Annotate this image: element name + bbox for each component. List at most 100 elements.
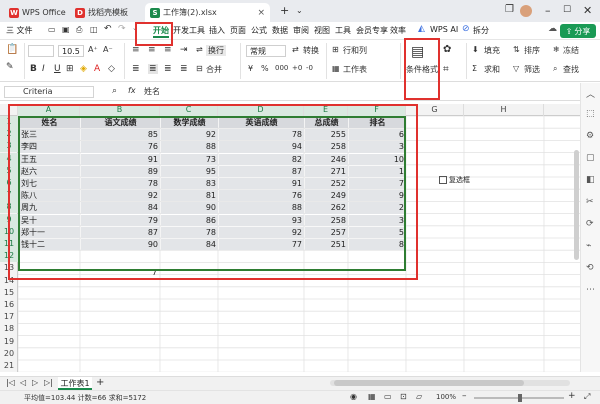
- menu-member[interactable]: 会员专享: [356, 25, 388, 36]
- scrollbar-thumb[interactable]: [334, 380, 524, 386]
- decrease-decimal-icon[interactable]: -0: [306, 64, 313, 72]
- currency-icon[interactable]: ¥: [248, 64, 253, 73]
- zoom-level[interactable]: 100%: [436, 393, 456, 401]
- align-left-icon[interactable]: ≣: [132, 64, 140, 74]
- minimize-icon[interactable]: –: [545, 4, 551, 17]
- convert-button[interactable]: 转换: [303, 45, 319, 56]
- increase-decimal-icon[interactable]: +0: [292, 64, 302, 72]
- redo-icon[interactable]: ↷: [118, 24, 126, 34]
- thousands-icon[interactable]: 000: [275, 64, 288, 72]
- font-shrink-icon[interactable]: A⁻: [103, 45, 113, 54]
- row-header[interactable]: 20: [0, 348, 18, 360]
- menu-review[interactable]: 审阅: [293, 25, 309, 36]
- menu-efficiency[interactable]: 效率: [390, 25, 406, 36]
- sum-button[interactable]: 求和: [484, 64, 500, 75]
- wrap-button[interactable]: 换行: [206, 45, 226, 56]
- bold-icon[interactable]: B: [30, 64, 37, 74]
- menu-data[interactable]: 数据: [272, 25, 288, 36]
- avatar[interactable]: [520, 5, 532, 17]
- checkbox-control[interactable]: 复选框: [439, 175, 470, 185]
- zoom-formula-icon[interactable]: ⌕: [112, 86, 117, 96]
- table-style-icon[interactable]: ⌗: [443, 64, 449, 75]
- eye-icon[interactable]: ◉: [350, 392, 357, 401]
- find-button[interactable]: 查找: [563, 64, 579, 75]
- page-break-icon[interactable]: ⊡: [400, 392, 407, 401]
- row-header[interactable]: 16: [0, 299, 18, 311]
- maximize-icon[interactable]: ☐: [563, 5, 571, 15]
- format-painter-icon[interactable]: ✎: [6, 62, 14, 72]
- more-icon[interactable]: ⋯: [586, 285, 595, 295]
- add-sheet-button[interactable]: +: [96, 377, 104, 388]
- collapse-pane-icon[interactable]: ︿: [586, 87, 595, 100]
- prev-sheet-icon[interactable]: ◁: [20, 378, 26, 387]
- last-sheet-icon[interactable]: ▷|: [44, 378, 53, 387]
- cloud-sync-icon[interactable]: ⟲: [586, 263, 594, 273]
- folder-icon[interactable]: ▭: [48, 25, 56, 34]
- sort-button[interactable]: 排序: [524, 45, 540, 56]
- preview-icon[interactable]: ◫: [90, 25, 98, 34]
- row-header[interactable]: 21: [0, 360, 18, 372]
- style-icon[interactable]: ▢: [586, 153, 595, 163]
- filter-button[interactable]: 筛选: [524, 64, 540, 75]
- page-layout-icon[interactable]: ▭: [384, 392, 392, 401]
- undo-icon[interactable]: ↶: [104, 24, 112, 34]
- align-middle-icon[interactable]: ≡: [148, 45, 156, 55]
- tools-icon[interactable]: ✂: [586, 197, 594, 207]
- paste-icon[interactable]: 📋: [6, 44, 18, 55]
- zoom-out-icon[interactable]: –: [462, 391, 467, 401]
- tile-windows-icon[interactable]: ❐: [505, 4, 514, 15]
- font-name-select[interactable]: [28, 45, 54, 57]
- analysis-icon[interactable]: ⌁: [586, 241, 591, 251]
- close-window-icon[interactable]: ✕: [583, 4, 592, 17]
- menu-tools[interactable]: 工具: [335, 25, 351, 36]
- zoom-in-icon[interactable]: +: [568, 391, 576, 401]
- italic-icon[interactable]: I: [42, 64, 45, 74]
- refresh-icon[interactable]: ⟳: [586, 219, 594, 229]
- menu-file[interactable]: 三 文件: [6, 25, 33, 36]
- fill-button[interactable]: 填充: [484, 45, 500, 56]
- percent-icon[interactable]: %: [261, 64, 269, 73]
- font-grow-icon[interactable]: A⁺: [88, 45, 98, 54]
- menu-split[interactable]: 拆分: [473, 25, 489, 36]
- row-header[interactable]: 18: [0, 323, 18, 335]
- align-bottom-icon[interactable]: ≡: [164, 45, 172, 55]
- vertical-scrollbar[interactable]: [574, 120, 579, 370]
- menu-view[interactable]: 视图: [314, 25, 330, 36]
- row-header[interactable]: 19: [0, 336, 18, 348]
- fullscreen-icon[interactable]: ⤢: [584, 392, 590, 402]
- font-color-icon[interactable]: A: [94, 64, 100, 74]
- next-sheet-icon[interactable]: ▷: [32, 378, 38, 387]
- tab-templates[interactable]: D 找稻壳模板: [70, 3, 142, 22]
- select-icon[interactable]: ⬚: [586, 109, 595, 119]
- scrollbar-thumb[interactable]: [574, 150, 579, 260]
- reading-mode-icon[interactable]: ▱: [416, 392, 422, 401]
- menu-page[interactable]: 页面: [230, 25, 246, 36]
- clear-format-icon[interactable]: ◇: [108, 64, 115, 74]
- indent-icon[interactable]: ⇥: [180, 45, 188, 55]
- tab-workbook[interactable]: S 工作簿(2).xlsx ×: [145, 3, 270, 22]
- zoom-slider-handle[interactable]: [518, 394, 522, 402]
- number-format-select[interactable]: 常规: [246, 45, 286, 57]
- fx-icon[interactable]: fx: [128, 86, 136, 95]
- close-tab-icon[interactable]: ×: [257, 8, 265, 18]
- name-box[interactable]: Criteria: [4, 86, 94, 98]
- formula-input[interactable]: 姓名: [144, 86, 574, 98]
- row-header[interactable]: 17: [0, 311, 18, 323]
- freeze-button[interactable]: 冻结: [563, 45, 579, 56]
- underline-icon[interactable]: U: [54, 64, 61, 74]
- chevron-down-icon[interactable]: ⌄: [296, 6, 303, 15]
- fill-color-icon[interactable]: ◈: [80, 64, 87, 74]
- sheet-tab-1[interactable]: 工作表1: [58, 377, 92, 390]
- align-top-icon[interactable]: ≡: [132, 45, 140, 55]
- cloud-icon[interactable]: ☁: [548, 24, 557, 34]
- align-center-icon[interactable]: ≣: [148, 64, 158, 74]
- print-icon[interactable]: ⎙: [76, 25, 82, 35]
- borders-icon[interactable]: ⊞: [66, 64, 74, 74]
- column-header-h[interactable]: H: [464, 104, 544, 116]
- settings-icon[interactable]: ⚙: [586, 131, 594, 141]
- tab-wps-office[interactable]: W WPS Office: [4, 3, 68, 22]
- save-icon[interactable]: ▣: [62, 25, 70, 34]
- row-col-button[interactable]: 行和列: [343, 45, 367, 56]
- horizontal-scrollbar[interactable]: [330, 380, 570, 386]
- new-tab-icon[interactable]: +: [280, 4, 289, 17]
